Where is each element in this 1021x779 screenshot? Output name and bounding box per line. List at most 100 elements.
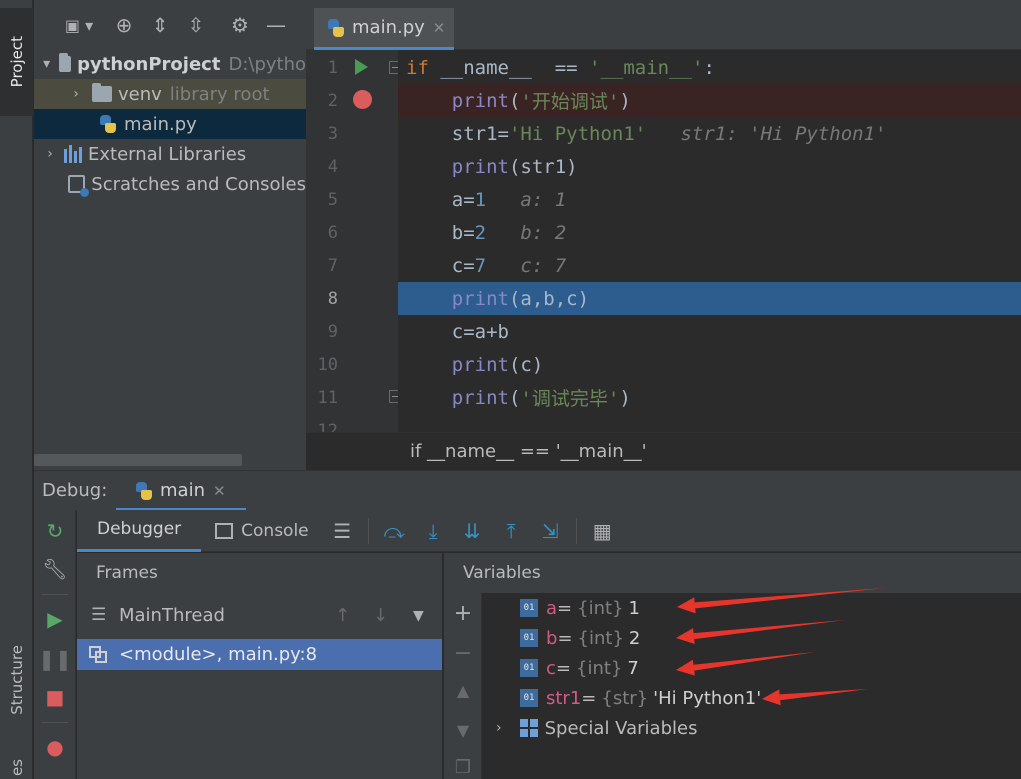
variable-row[interactable]: 01 a = {int} 1 xyxy=(482,593,1021,623)
chevron-right-icon[interactable]: › xyxy=(68,86,84,102)
code-line[interactable]: c=a+b xyxy=(398,315,1021,348)
breakpoint-icon[interactable] xyxy=(353,90,372,109)
tree-row-project-root[interactable]: ▾ pythonProject D:\pytho xyxy=(34,49,306,79)
special-variables-row[interactable]: › Special Variables xyxy=(482,713,1021,743)
tree-row-scratches[interactable]: Scratches and Consoles xyxy=(34,169,306,199)
chevron-right-icon[interactable]: › xyxy=(496,720,502,736)
editor-tab-main-py[interactable]: main.py ✕ xyxy=(314,8,454,50)
debug-session-tab[interactable]: main ✕ xyxy=(116,473,246,511)
toolbar-separator xyxy=(42,722,68,723)
code-token: ) xyxy=(619,89,631,112)
breadcrumb-label: if __name__ == '__main__' xyxy=(410,441,647,462)
variable-type: {str} xyxy=(601,687,649,709)
variable-type: {int} xyxy=(576,657,623,679)
tab-console[interactable]: Console xyxy=(201,510,323,552)
fold-icon[interactable] xyxy=(389,61,398,74)
code-line[interactable]: print (str1) xyxy=(398,150,1021,183)
code-line[interactable]: print('调试完毕') xyxy=(398,381,1021,414)
code-token: 'Hi Python1' xyxy=(508,122,647,145)
gear-icon[interactable]: ⚙ xyxy=(222,10,258,40)
toolbar-separator xyxy=(367,517,369,544)
duplicate-icon[interactable]: ❐ xyxy=(444,757,482,778)
chevron-down-icon[interactable]: ▾ xyxy=(42,56,51,72)
variable-row[interactable]: 01 str1 = {str} 'Hi Python1' xyxy=(482,683,1021,713)
code-token: print xyxy=(451,287,509,310)
code-line[interactable]: b= 2 b: 2 xyxy=(398,216,1021,249)
tree-row-venv[interactable]: › venv library root xyxy=(34,79,306,109)
chevron-down-icon[interactable]: ▼ xyxy=(413,608,424,624)
run-icon[interactable] xyxy=(355,59,368,75)
variable-value: 2 xyxy=(628,627,641,649)
code-line[interactable]: print('开始调试') xyxy=(398,84,1021,117)
editor-gutter[interactable]: 1 2 3 4 5 6 7 8 9 10 11 12 xyxy=(306,50,398,432)
line-number: 6 xyxy=(327,223,338,243)
show-execution-point-icon[interactable]: ⤼ xyxy=(375,510,414,552)
tool-tab-structure[interactable]: Structure xyxy=(0,640,33,720)
code-editor[interactable]: if __name__ == '__main__': print('开始调试')… xyxy=(398,50,1021,432)
view-breakpoints-icon[interactable]: ● xyxy=(34,732,76,762)
breadcrumb[interactable]: if __name__ == '__main__' xyxy=(306,432,1021,470)
code-token: (a,b,c) xyxy=(508,287,590,310)
remove-watch-icon[interactable]: − xyxy=(444,641,482,666)
arrow-up-icon[interactable]: ↑ xyxy=(335,605,350,626)
move-up-icon[interactable]: ▲ xyxy=(444,681,482,700)
code-line[interactable]: c= 7 c: 7 xyxy=(398,249,1021,282)
python-icon xyxy=(134,481,154,501)
run-to-cursor-icon[interactable]: ⇲ xyxy=(531,510,570,552)
code-token: b= xyxy=(406,221,475,244)
project-toolbar: ▣ ▾ ⊕ ⇕ ⇳ ⚙ — xyxy=(34,0,306,50)
hide-icon[interactable]: — xyxy=(258,10,294,40)
add-watch-icon[interactable]: + xyxy=(444,601,482,626)
variable-row[interactable]: 01 c = {int} 7 xyxy=(482,653,1021,683)
variable-row[interactable]: 01 b = {int} 2 xyxy=(482,623,1021,653)
code-line[interactable]: print (a,b,c) xyxy=(398,282,1021,315)
tool-tab-project[interactable]: Project xyxy=(0,8,33,116)
frame-row[interactable]: <module>, main.py:8 xyxy=(77,639,442,670)
view-mode-icon[interactable]: ▣ ▾ xyxy=(52,10,106,40)
variables-title: Variables xyxy=(463,563,541,583)
code-line[interactable]: if __name__ == '__main__': xyxy=(398,51,1021,84)
locate-icon[interactable]: ⊕ xyxy=(106,10,142,40)
close-icon[interactable]: ✕ xyxy=(213,482,226,500)
step-over-icon[interactable]: ⤓ xyxy=(414,510,453,552)
tree-row-main-py[interactable]: main.py xyxy=(34,109,306,139)
python-file-icon xyxy=(98,114,118,134)
variable-equals: = xyxy=(557,597,573,619)
menu-icon[interactable]: ☰ xyxy=(323,510,362,552)
collapse-all-icon[interactable]: ⇳ xyxy=(178,10,214,40)
wrench-icon[interactable]: 🔧︎ xyxy=(34,554,76,584)
debug-header: Debug: main ✕ xyxy=(34,470,1021,511)
variable-value: 'Hi Python1' xyxy=(653,687,762,709)
fold-icon[interactable] xyxy=(389,390,398,403)
tree-row-external-libraries[interactable]: › External Libraries xyxy=(34,139,306,169)
code-line[interactable]: print (c) xyxy=(398,348,1021,381)
tool-tab-favorites[interactable]: es xyxy=(0,756,33,779)
arrow-down-icon[interactable]: ↓ xyxy=(373,605,388,626)
debug-title: Debug: xyxy=(42,480,108,501)
stop-icon[interactable]: ■ xyxy=(34,682,76,712)
variable-name: c xyxy=(546,657,556,679)
step-out-icon[interactable]: ⤒ xyxy=(492,510,531,552)
resume-icon[interactable]: ▶ xyxy=(34,604,76,634)
horizontal-scrollbar[interactable] xyxy=(34,454,242,466)
code-line[interactable]: str1= 'Hi Python1' str1: 'Hi Python1' xyxy=(398,117,1021,150)
variable-type-icon: 01 xyxy=(520,689,538,707)
code-token: c= xyxy=(406,254,475,277)
close-icon[interactable]: ✕ xyxy=(433,19,446,37)
move-down-icon[interactable]: ▼ xyxy=(444,721,482,740)
folder-icon xyxy=(92,83,112,102)
code-line[interactable]: a= 1 a: 1 xyxy=(398,183,1021,216)
project-root-name: pythonProject xyxy=(77,53,221,75)
chevron-right-icon[interactable]: › xyxy=(42,146,58,162)
thread-selector[interactable]: ☰ MainThread ↑ ↓ ▼ xyxy=(77,593,442,637)
venv-hint: library root xyxy=(169,83,270,105)
step-into-icon[interactable]: ⇊ xyxy=(453,510,492,552)
inline-value-hint: b: 2 xyxy=(486,221,567,244)
pause-icon[interactable]: ❚❚ xyxy=(34,644,76,674)
expand-all-icon[interactable]: ⇕ xyxy=(142,10,178,40)
special-variables-label: Special Variables xyxy=(544,717,698,739)
rerun-icon[interactable]: ↻ xyxy=(34,516,76,546)
tab-debugger[interactable]: Debugger xyxy=(77,510,202,552)
evaluate-expression-icon[interactable]: ▦ xyxy=(583,510,622,552)
inline-value-hint: c: 7 xyxy=(486,254,567,277)
